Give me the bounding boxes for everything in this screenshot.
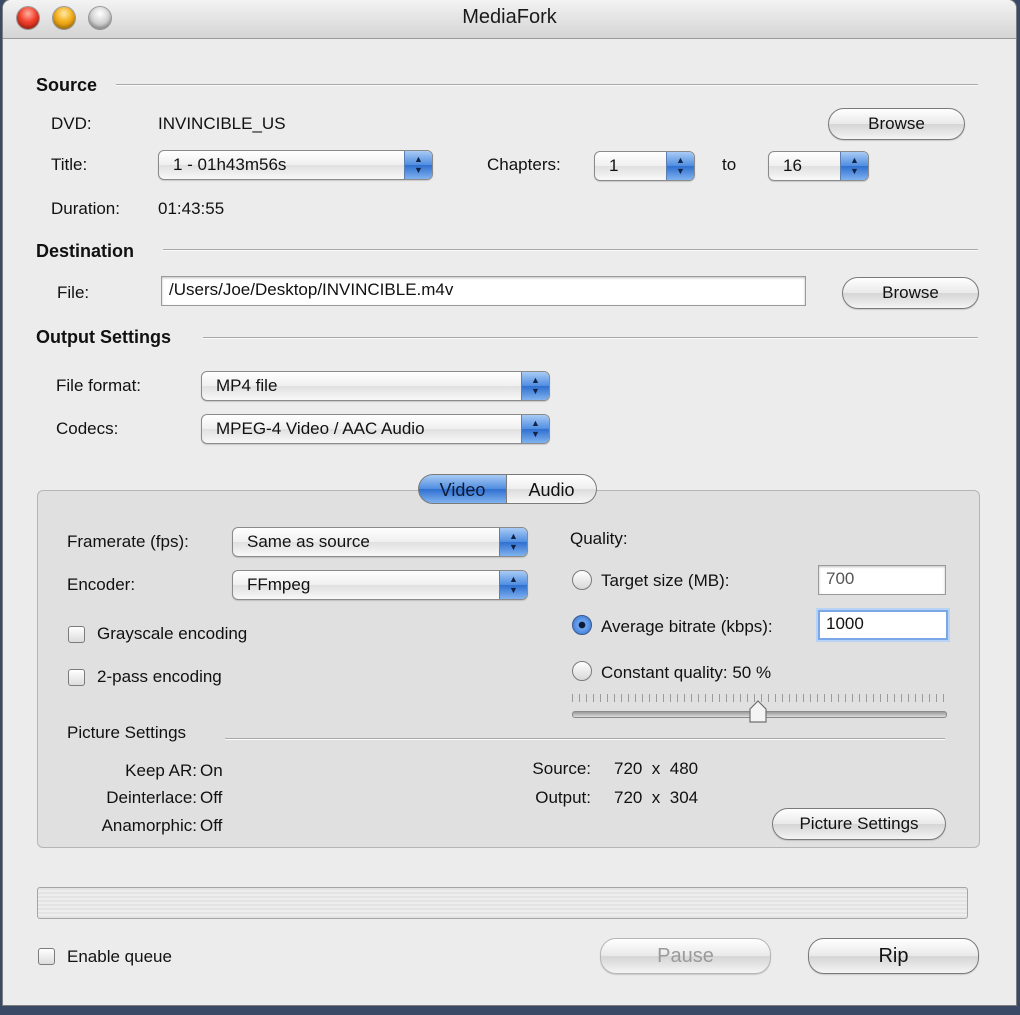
- popup-arrows-icon: ▲ ▼: [499, 571, 527, 599]
- chapter-start-select[interactable]: 1 ▲ ▼: [594, 151, 695, 181]
- average-bitrate-radio[interactable]: [572, 615, 592, 635]
- chapters-to-label: to: [722, 155, 737, 174]
- target-size-radio[interactable]: [572, 570, 592, 590]
- source-divider: [116, 84, 978, 86]
- picture-settings-divider: [225, 738, 945, 740]
- destination-browse-button[interactable]: Browse: [842, 277, 979, 309]
- keep-ar-value: On: [200, 761, 223, 780]
- constant-quality-radio[interactable]: [572, 661, 592, 681]
- enable-queue-checkbox[interactable]: [38, 948, 55, 965]
- deinterlace-label: Deinterlace:: [106, 788, 197, 807]
- encode-progress-bar: [37, 887, 968, 919]
- output-size-label: Output:: [535, 788, 591, 807]
- dvd-name: INVINCIBLE_US: [158, 114, 286, 133]
- grayscale-checkbox[interactable]: [68, 626, 85, 643]
- average-bitrate-label: Average bitrate (kbps):: [601, 617, 773, 636]
- source-browse-button[interactable]: Browse: [828, 108, 965, 140]
- popup-arrows-icon: ▲ ▼: [521, 415, 549, 443]
- grayscale-label: Grayscale encoding: [97, 624, 248, 643]
- picture-settings-button[interactable]: Picture Settings: [772, 808, 946, 840]
- file-path-field[interactable]: /Users/Joe/Desktop/INVINCIBLE.m4v: [161, 276, 806, 306]
- average-bitrate-field[interactable]: 1000: [818, 610, 948, 640]
- destination-divider: [163, 249, 978, 251]
- popup-arrows-icon: ▲ ▼: [521, 372, 549, 400]
- chapter-start-value: 1: [609, 156, 619, 175]
- rip-button[interactable]: Rip: [808, 938, 979, 974]
- file-format-label: File format:: [56, 376, 142, 395]
- chapters-label: Chapters:: [487, 155, 561, 174]
- picture-settings-heading: Picture Settings: [67, 723, 187, 742]
- mediafork-window: MediaFork Source DVD: INVINCIBLE_US Brow…: [3, 0, 1016, 1005]
- anamorphic-label: Anamorphic:: [101, 816, 197, 835]
- title-bar: MediaFork: [3, 0, 1016, 39]
- quality-label: Quality:: [570, 529, 628, 548]
- enable-queue-label: Enable queue: [67, 947, 172, 966]
- codecs-value: MPEG-4 Video / AAC Audio: [216, 419, 425, 438]
- tab-video[interactable]: Video: [418, 474, 507, 504]
- output-settings-heading: Output Settings: [36, 327, 171, 347]
- popup-arrows-icon: ▲ ▼: [840, 152, 868, 180]
- framerate-select[interactable]: Same as source ▲ ▼: [232, 527, 528, 557]
- chapter-end-select[interactable]: 16 ▲ ▼: [768, 151, 869, 181]
- framerate-value: Same as source: [247, 532, 370, 551]
- constant-quality-label: Constant quality: 50 %: [601, 663, 772, 682]
- duration-value: 01:43:55: [158, 199, 225, 218]
- two-pass-label: 2-pass encoding: [97, 667, 222, 686]
- source-size-label: Source:: [532, 759, 591, 778]
- tab-audio[interactable]: Audio: [507, 474, 597, 504]
- encoder-select[interactable]: FFmpeg ▲ ▼: [232, 570, 528, 600]
- title-select[interactable]: 1 - 01h43m56s ▲ ▼: [158, 150, 433, 180]
- window-title: MediaFork: [462, 6, 557, 28]
- source-heading: Source: [36, 75, 98, 95]
- output-divider: [203, 337, 978, 339]
- destination-heading: Destination: [36, 241, 135, 261]
- source-size-value: 720 x 480: [614, 759, 699, 778]
- codecs-select[interactable]: MPEG-4 Video / AAC Audio ▲ ▼: [201, 414, 550, 444]
- duration-label: Duration:: [51, 199, 120, 218]
- encoder-value: FFmpeg: [247, 575, 311, 594]
- two-pass-checkbox[interactable]: [68, 669, 85, 686]
- title-label: Title:: [51, 155, 88, 174]
- pause-button[interactable]: Pause: [600, 938, 771, 974]
- framerate-label: Framerate (fps):: [67, 532, 189, 551]
- target-size-field[interactable]: 700: [818, 565, 946, 595]
- keep-ar-label: Keep AR:: [125, 761, 197, 780]
- popup-arrows-icon: ▲ ▼: [666, 152, 694, 180]
- output-size-value: 720 x 304: [614, 788, 699, 807]
- popup-arrows-icon: ▲ ▼: [499, 528, 527, 556]
- title-select-value: 1 - 01h43m56s: [173, 155, 287, 174]
- dvd-label: DVD:: [51, 114, 92, 133]
- file-label: File:: [57, 283, 90, 302]
- chapter-end-value: 16: [783, 156, 802, 175]
- target-size-label: Target size (MB):: [601, 571, 730, 590]
- file-format-select[interactable]: MP4 file ▲ ▼: [201, 371, 550, 401]
- encoder-label: Encoder:: [67, 575, 136, 594]
- deinterlace-value: Off: [200, 788, 223, 807]
- codecs-label: Codecs:: [56, 419, 119, 438]
- quality-slider-thumb[interactable]: [748, 700, 768, 724]
- file-format-value: MP4 file: [216, 376, 278, 395]
- anamorphic-value: Off: [200, 816, 223, 835]
- popup-arrows-icon: ▲ ▼: [404, 151, 432, 179]
